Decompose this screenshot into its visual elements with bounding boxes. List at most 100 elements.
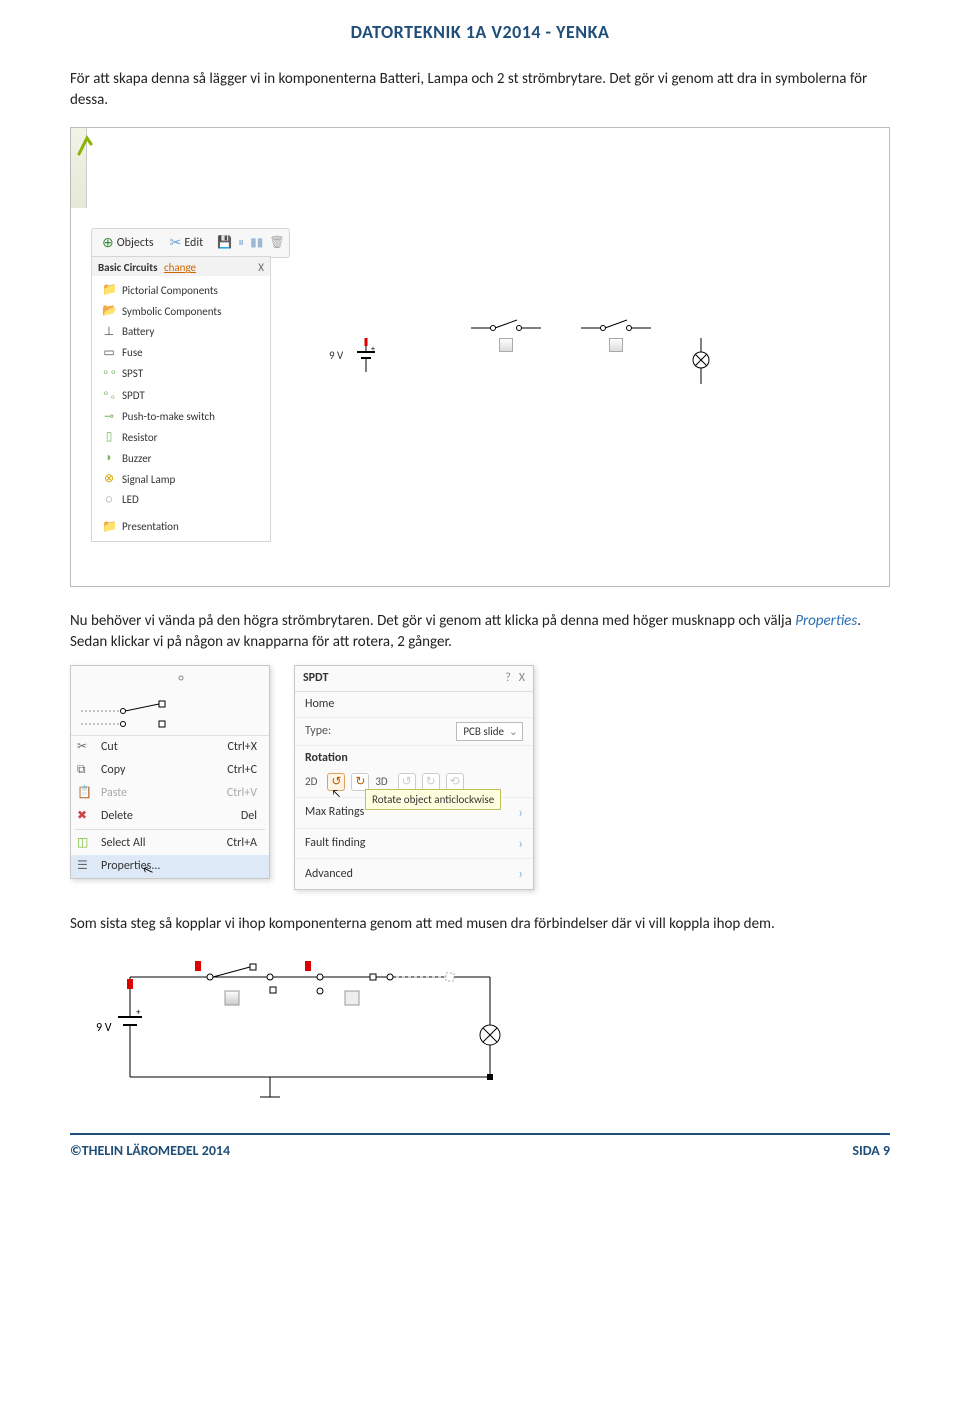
drag-handle[interactable]: [609, 338, 623, 352]
switch-component-2[interactable]: [581, 316, 651, 340]
app-logo-icon: [77, 134, 97, 158]
footer-right: SIDA 9: [852, 1141, 890, 1161]
objects-button[interactable]: ⊕ Objects: [96, 231, 160, 255]
tree-led-label: LED: [122, 492, 139, 507]
battery-component[interactable]: +: [351, 338, 381, 378]
toolbar: ⊕ Objects ✂ Edit 💾 ⏸ ▮▮ 🗑: [91, 228, 290, 258]
component-tree: 📁Pictorial Components 📂Symbolic Componen…: [91, 276, 271, 542]
tree-buzzer-label: Buzzer: [122, 451, 152, 466]
tree-fuse[interactable]: ▭Fuse: [92, 343, 270, 364]
prop-title: SPDT: [303, 670, 328, 687]
switch-component-1[interactable]: [471, 316, 541, 340]
panel-change-link[interactable]: change: [164, 261, 196, 274]
tree-spst[interactable]: ∘∘SPST: [92, 363, 270, 384]
tree-symbolic[interactable]: 📂Symbolic Components: [92, 301, 270, 322]
ctx-paste: 📋PasteCtrl+V: [71, 782, 269, 805]
ctx-copy[interactable]: ⧉CopyCtrl+C: [71, 759, 269, 782]
tree-push-label: Push-to-make switch: [122, 409, 215, 424]
tree-pictorial[interactable]: 📁Pictorial Components: [92, 280, 270, 301]
drag-handle[interactable]: [499, 338, 513, 352]
prop-type-label: Type:: [305, 723, 331, 740]
cut-icon: ✂: [77, 739, 87, 756]
prop-fault[interactable]: Fault finding ›: [295, 828, 533, 859]
svg-text:+: +: [371, 344, 375, 354]
properties-word: Properties: [795, 612, 857, 630]
panel-close-icon[interactable]: X: [258, 260, 264, 275]
prop-type-select[interactable]: PCB slide: [456, 722, 523, 741]
prop-home-row[interactable]: Home: [295, 692, 533, 718]
battery-voltage-label: 9 V: [329, 348, 343, 363]
ctx-cut[interactable]: ✂CutCtrl+X: [71, 736, 269, 759]
paste-icon: 📋: [77, 785, 92, 802]
objects-icon: ⊕: [102, 233, 114, 253]
tree-led[interactable]: ◌ LED: [92, 490, 270, 511]
ctx-delete[interactable]: ✖DeleteDel: [71, 805, 269, 828]
tree-symbolic-label: Symbolic Components: [122, 304, 221, 319]
resistor-icon: ▯: [102, 429, 116, 446]
tree-resistor[interactable]: ▯ Resistor: [92, 427, 270, 448]
paragraph-2: Nu behöver vi vända på den högra strömbr…: [70, 611, 890, 653]
ctx-selectall[interactable]: ◫ Select All Ctrl+A: [71, 832, 269, 855]
delete-icon: ✖: [77, 808, 87, 825]
paragraph-3: Som sista steg så kopplar vi ihop kompon…: [70, 914, 890, 935]
buzzer-icon: ◗: [102, 450, 116, 467]
rot-3d-label: 3D: [375, 774, 387, 789]
ctx-delete-label: Delete: [101, 808, 133, 825]
context-menu-screenshot: ✂CutCtrl+X ⧉CopyCtrl+C 📋PasteCtrl+V ✖Del…: [70, 665, 270, 879]
ctx-separator: [75, 829, 265, 830]
lamp-component[interactable]: [691, 338, 711, 392]
canvas[interactable]: + 9 V: [291, 268, 879, 576]
rotate-ccw-button[interactable]: ↺ ↖: [327, 773, 345, 791]
ctx-properties[interactable]: ☰Properties...: [71, 855, 269, 878]
prop-header: SPDT ? X: [295, 666, 533, 692]
lamp-icon: ⊗: [102, 471, 116, 488]
folder-icon: 📁: [102, 519, 116, 536]
tree-push[interactable]: ⊸ Push-to-make switch: [92, 407, 270, 428]
rotate-tooltip: Rotate object anticlockwise: [365, 789, 501, 810]
page-header: DATORTEKNIK 1A V2014 - YENKA: [70, 20, 890, 45]
paragraph-1: För att skapa denna så lägger vi in komp…: [70, 69, 890, 111]
prop-rotation-title: Rotation: [295, 746, 533, 767]
ctx-copy-key: Ctrl+C: [227, 762, 257, 779]
tree-lamp[interactable]: ⊗Signal Lamp: [92, 469, 270, 490]
tree-battery[interactable]: ⊥ Battery: [92, 322, 270, 343]
tree-resistor-label: Resistor: [122, 430, 157, 445]
scissors-icon: ✂: [170, 233, 182, 253]
fuse-icon: ▭: [102, 345, 116, 362]
properties-icon: ☰: [77, 858, 88, 875]
tree-presentation[interactable]: 📁 Presentation: [92, 517, 270, 538]
tree-spdt[interactable]: ∘∘SPDT: [92, 384, 270, 406]
pause-icon[interactable]: ⏸: [238, 235, 244, 252]
prop-type-row: Type: PCB slide: [295, 718, 533, 746]
ctx-selectall-label: Select All: [101, 835, 145, 852]
yenka-screenshot-main: ⊕ Objects ✂ Edit 💾 ⏸ ▮▮ 🗑 Basic Circuits…: [70, 127, 890, 587]
ctx-cut-label: Cut: [101, 739, 118, 756]
footer-left: ©THELIN LÄROMEDEL 2014: [70, 1141, 230, 1161]
close-icon[interactable]: X: [519, 670, 525, 687]
edit-button[interactable]: ✂ Edit: [164, 231, 210, 255]
prop-advanced-label: Advanced: [305, 866, 353, 883]
tree-battery-label: Battery: [122, 324, 154, 339]
ctx-selectall-key: Ctrl+A: [227, 835, 257, 852]
final-circuit-diagram: + 9 V: [70, 947, 890, 1107]
prop-advanced[interactable]: Advanced ›: [295, 858, 533, 889]
trash-icon[interactable]: 🗑: [269, 235, 284, 252]
battery-icon: ⊥: [102, 324, 116, 341]
chevron-right-icon: ›: [518, 803, 523, 823]
led-icon: ◌: [102, 492, 116, 509]
tree-buzzer[interactable]: ◗ Buzzer: [92, 448, 270, 469]
chevron-right-icon: ›: [518, 834, 523, 854]
push-switch-icon: ⊸: [102, 409, 116, 426]
tree-presentation-label: Presentation: [122, 519, 179, 534]
objects-label: Objects: [117, 235, 154, 252]
rot-2d-label: 2D: [305, 774, 317, 789]
cursor-hand-icon: ↖: [331, 786, 341, 801]
stop-icon[interactable]: ▮▮: [250, 235, 263, 252]
help-icon[interactable]: ?: [505, 670, 511, 687]
chevron-right-icon: ›: [518, 864, 523, 884]
save-icon[interactable]: 💾: [217, 235, 232, 252]
selectall-icon: ◫: [77, 835, 88, 852]
edit-label: Edit: [184, 235, 203, 252]
prop-fault-label: Fault finding: [305, 835, 365, 852]
panel-title: Basic Circuits: [98, 261, 157, 274]
